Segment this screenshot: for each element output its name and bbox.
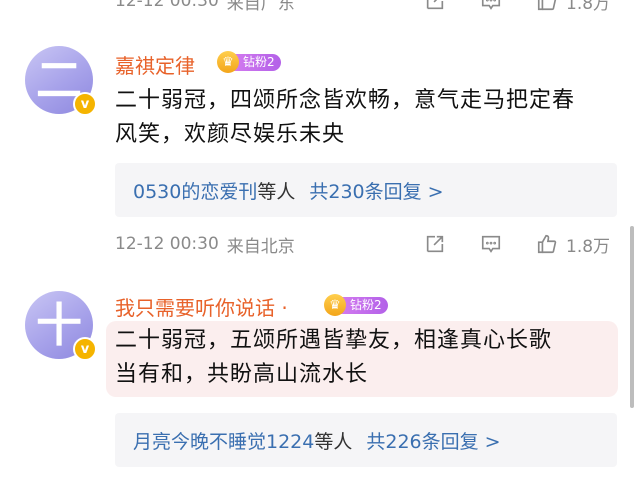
verified-icon: v <box>73 92 97 116</box>
verified-icon: v <box>73 337 97 361</box>
reply-users[interactable]: 月亮今晚不睡觉1224 <box>133 427 314 454</box>
comment-text-line: 风笑，欢颜尽娱乐未央 <box>115 122 346 147</box>
reply-suffix: 等人 <box>257 180 296 203</box>
username-dot: · <box>281 296 288 320</box>
reply-preview[interactable]: 月亮今晚不睡觉1224 等人 共226条回复 > <box>115 413 617 467</box>
share-icon[interactable] <box>424 233 446 255</box>
reply-preview[interactable]: 0530的恋爱刊 等人 共230条回复 > <box>115 163 617 217</box>
comment-text-line: 二十弱冠，四颂所念皆欢畅，意气走马把定春 <box>115 88 576 113</box>
comment-icon[interactable] <box>480 0 502 12</box>
comment-text[interactable]: 二十弱冠，四颂所念皆欢畅，意气走马把定春 风笑，欢颜尽娱乐未央 <box>115 84 625 152</box>
avatar[interactable]: 二 v <box>25 46 97 116</box>
comment-icon[interactable] <box>480 233 502 255</box>
reply-users[interactable]: 0530的恋爱刊 <box>133 177 257 204</box>
comment-text-line: 当有和，共盼高山流水长 <box>115 362 369 387</box>
reply-count[interactable]: 共230条回复 > <box>309 177 443 204</box>
scrollbar[interactable] <box>630 226 634 408</box>
share-icon[interactable] <box>424 0 446 12</box>
meta-row: 12-12 00:30 来自北京 <box>115 232 295 257</box>
comment-text[interactable]: 二十弱冠，五颂所遇皆挚友，相逢真心长歌 当有和，共盼高山流水长 <box>115 324 625 392</box>
top-timestamp: 12-12 00:30 <box>115 0 219 11</box>
like-icon[interactable] <box>536 233 558 255</box>
username[interactable]: 我只需要听你说话 · <box>115 292 288 321</box>
top-actions: 1.8万 <box>424 0 611 14</box>
timestamp: 12-12 00:30 <box>115 234 219 254</box>
crown-icon: ♛ <box>217 51 239 73</box>
fan-badge: ♛ 钻粉2 <box>324 294 388 316</box>
location: 来自北京 <box>226 236 295 257</box>
avatar[interactable]: 十 v <box>25 291 97 361</box>
comment-actions: 1.8万 <box>424 232 611 257</box>
top-location: 来自广东 <box>226 0 295 14</box>
fan-badge: ♛ 钻粉2 <box>217 51 281 73</box>
like-icon[interactable] <box>536 0 558 12</box>
top-meta-row: 12-12 00:30 来自广东 <box>115 0 295 14</box>
comment-text-line: 二十弱冠，五颂所遇皆挚友，相逢真心长歌 <box>115 328 553 353</box>
crown-icon: ♛ <box>324 294 346 316</box>
like-count: 1.8万 <box>566 236 611 257</box>
username-text: 我只需要听你说话 <box>115 296 275 320</box>
reply-count[interactable]: 共226条回复 > <box>366 427 500 454</box>
top-like-count: 1.8万 <box>566 0 611 14</box>
username[interactable]: 嘉祺定律 <box>115 50 195 79</box>
reply-suffix: 等人 <box>314 430 353 453</box>
